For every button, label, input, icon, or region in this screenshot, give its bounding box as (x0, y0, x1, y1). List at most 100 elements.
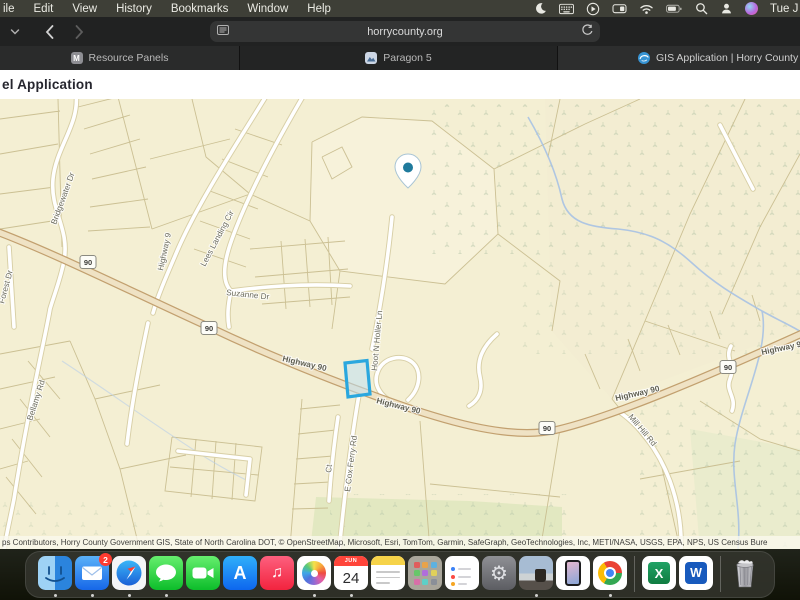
spotlight-search-icon[interactable] (695, 2, 708, 15)
menu-item-help[interactable]: Help (307, 3, 331, 15)
running-indicator (128, 594, 131, 597)
dock-item-reminders[interactable] (445, 556, 479, 597)
image-app-icon (519, 556, 553, 590)
moon-icon[interactable] (534, 2, 547, 15)
dock-item-excel[interactable]: X (642, 556, 676, 597)
music-icon: ♫ (260, 556, 294, 590)
dock-item-calendar[interactable]: JUN 24 (334, 556, 368, 597)
svg-text:90: 90 (205, 324, 213, 333)
dock-item-app-store[interactable]: A (223, 556, 257, 597)
excel-icon: X (642, 556, 676, 590)
tab-bar: M Resource Panels Paragon 5 GIS Applicat… (0, 46, 800, 70)
route-shield-90: 90 (539, 422, 555, 435)
svg-text:90: 90 (543, 424, 551, 433)
forward-button[interactable] (66, 25, 92, 39)
dock-item-photos[interactable] (297, 556, 331, 597)
dock-item-word[interactable]: W (679, 556, 713, 597)
route-shield-90: 90 (720, 361, 736, 374)
menu-items: ile Edit View History Bookmarks Window H… (0, 3, 331, 15)
dock-item-trash[interactable] (728, 556, 762, 597)
photos-icon (297, 556, 331, 590)
map-attribution: ps Contributors, Horry County Government… (0, 536, 800, 549)
running-indicator (165, 594, 168, 597)
map-canvas[interactable]: 90 90 90 90 Bridgewater Dr Highway 9 Lee… (0, 99, 800, 549)
dock-item-safari[interactable] (112, 556, 146, 597)
facetime-icon (186, 556, 220, 590)
chrome-icon (593, 556, 627, 590)
dock-item-mail[interactable]: 2 (75, 556, 109, 597)
menubar-clock[interactable]: Tue J (770, 3, 800, 15)
route-shield-90: 90 (80, 256, 96, 269)
tab-label: Resource Panels (89, 52, 169, 64)
reminders-icon (445, 556, 479, 590)
safari-icon (112, 556, 146, 590)
dock-item-chrome[interactable] (593, 556, 627, 597)
running-indicator (54, 594, 57, 597)
music-note-glyph: ♫ (271, 564, 283, 582)
menu-item-bookmarks[interactable]: Bookmarks (171, 3, 229, 15)
now-playing-icon[interactable] (586, 2, 600, 16)
mail-badge: 2 (99, 553, 112, 566)
app-store-glyph: A (234, 563, 247, 584)
dock-item-music[interactable]: ♫ (260, 556, 294, 597)
dock-item-facetime[interactable] (186, 556, 220, 597)
address-bar[interactable]: horrycounty.org (210, 21, 600, 42)
dock-item-image-app[interactable] (519, 556, 553, 597)
running-indicator (350, 594, 353, 597)
dock-item-notes[interactable] (371, 556, 405, 597)
desktop-strip: 2 A ♫ (0, 549, 800, 600)
battery-icon[interactable] (666, 2, 683, 15)
dock-item-system-settings[interactable]: ⚙ (482, 556, 516, 597)
system-settings-gear-icon: ⚙ (482, 556, 516, 590)
dock: 2 A ♫ (25, 551, 775, 598)
tab-resource-panels[interactable]: M Resource Panels (0, 46, 240, 70)
back-button[interactable] (36, 25, 62, 39)
url-text[interactable]: horrycounty.org (229, 26, 581, 38)
svg-text:90: 90 (724, 363, 732, 372)
gis-globe-favicon (638, 52, 650, 64)
gear-glyph: ⚙ (490, 561, 508, 586)
tab-label: Paragon 5 (383, 52, 431, 64)
page-header: el Application (0, 70, 800, 99)
dock-divider (720, 556, 721, 592)
wifi-icon[interactable] (639, 2, 654, 15)
dock-item-messages[interactable] (149, 556, 183, 597)
calendar-icon: JUN 24 (334, 556, 368, 590)
running-indicator (313, 594, 316, 597)
parcel-map[interactable]: 90 90 90 90 Bridgewater Dr Highway 9 Lee… (0, 99, 800, 549)
macos-menubar: ile Edit View History Bookmarks Window H… (0, 0, 800, 17)
keyboard-icon[interactable] (559, 2, 574, 15)
running-indicator (535, 594, 538, 597)
menu-item-history[interactable]: History (116, 3, 152, 15)
running-indicator (91, 594, 94, 597)
dock-item-finder[interactable] (38, 556, 72, 597)
siri-icon[interactable] (745, 2, 758, 15)
menu-item-edit[interactable]: Edit (34, 3, 54, 15)
running-indicator (609, 594, 612, 597)
selected-parcel[interactable] (345, 361, 370, 398)
toggle-icon[interactable] (612, 2, 627, 15)
tab-gis-application[interactable]: GIS Application | Horry County Governmen… (558, 46, 800, 70)
word-glyph: W (690, 566, 702, 580)
finder-icon (38, 556, 72, 590)
paragon-favicon (365, 52, 377, 64)
trash-icon (728, 556, 762, 590)
app-store-icon: A (223, 556, 257, 590)
dock-divider (634, 556, 635, 592)
notes-icon (371, 556, 405, 590)
menu-item-file[interactable]: ile (3, 3, 15, 15)
reader-icon[interactable] (210, 24, 229, 39)
svg-text:90: 90 (84, 258, 92, 267)
menu-item-window[interactable]: Window (247, 3, 288, 15)
tab-paragon-5[interactable]: Paragon 5 (240, 46, 558, 70)
tab-overview-chevron-icon[interactable] (2, 27, 28, 37)
page-title: el Application (2, 77, 93, 92)
dock-item-launchpad[interactable] (408, 556, 442, 597)
user-icon[interactable] (720, 2, 733, 15)
dock-item-iphone-mirroring[interactable] (556, 556, 590, 597)
route-shield-90: 90 (201, 322, 217, 335)
iphone-icon (556, 556, 590, 590)
refresh-icon[interactable] (581, 24, 600, 39)
tab-label: GIS Application | Horry County Governmen… (656, 52, 800, 64)
menu-item-view[interactable]: View (72, 3, 97, 15)
